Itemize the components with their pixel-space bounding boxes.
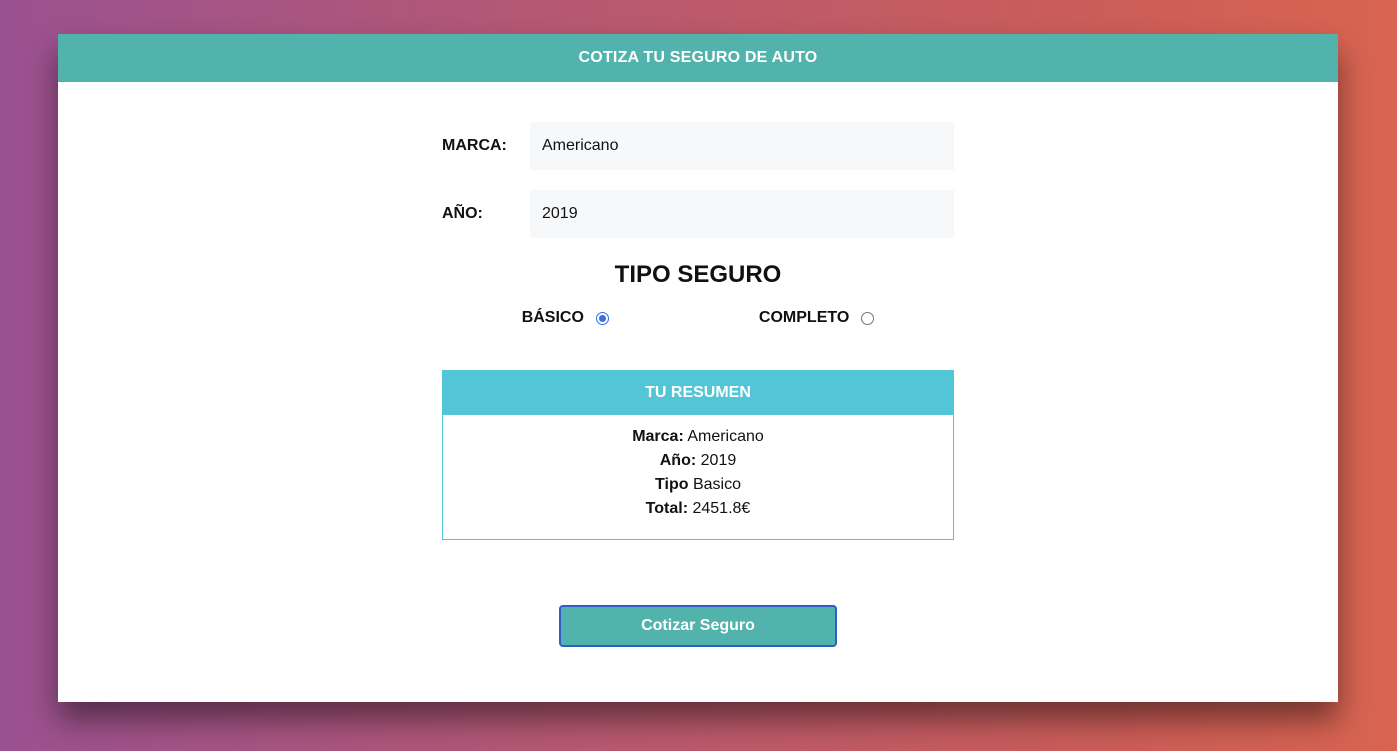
summary-row-marca: Marca: Americano (443, 425, 953, 449)
radio-completo-option[interactable]: COMPLETO (758, 309, 875, 327)
anio-select[interactable]: 2019 (530, 190, 954, 238)
radio-basico-option[interactable]: BÁSICO (522, 309, 609, 327)
summary-key: Total: (645, 500, 689, 517)
summary-box: TU RESUMEN Marca: Americano Año: 2019 Ti… (442, 370, 954, 540)
summary-value: Basico (692, 476, 741, 493)
radio-basico-label: BÁSICO (521, 309, 584, 326)
tipo-radio-group: BÁSICO COMPLETO (442, 306, 954, 330)
anio-field: AÑO: 2019 (442, 190, 954, 238)
quote-form: MARCA: Americano AÑO: 2019 TIPO SEGURO B… (442, 122, 954, 540)
summary-row-total: Total: 2451.8€ (443, 497, 953, 521)
radio-completo-label: COMPLETO (758, 309, 850, 326)
summary-title: TU RESUMEN (443, 371, 953, 415)
anio-label: AÑO: (442, 205, 483, 222)
summary-key: Año: (659, 452, 697, 469)
summary-value: 2451.8€ (692, 500, 751, 517)
quote-card: COTIZA TU SEGURO DE AUTO MARCA: American… (58, 34, 1338, 702)
summary-body: Marca: Americano Año: 2019 Tipo Basico T… (443, 415, 953, 521)
summary-row-anio: Año: 2019 (443, 449, 953, 473)
marca-select[interactable]: Americano (530, 122, 954, 170)
tipo-seguro-heading: TIPO SEGURO (614, 261, 782, 288)
marca-field: MARCA: Americano (442, 122, 954, 170)
summary-value: Americano (687, 428, 764, 445)
radio-basico[interactable] (595, 311, 609, 325)
page-title-text: COTIZA TU SEGURO DE AUTO (578, 49, 818, 66)
summary-key: Marca: (632, 428, 684, 445)
marca-label: MARCA: (442, 137, 507, 154)
cotizar-button[interactable]: Cotizar Seguro (559, 605, 837, 647)
summary-row-tipo: Tipo Basico (443, 473, 953, 497)
page-title: COTIZA TU SEGURO DE AUTO (58, 34, 1338, 82)
radio-completo[interactable] (861, 311, 875, 325)
summary-value: 2019 (700, 452, 737, 469)
summary-key: Tipo (655, 476, 689, 493)
